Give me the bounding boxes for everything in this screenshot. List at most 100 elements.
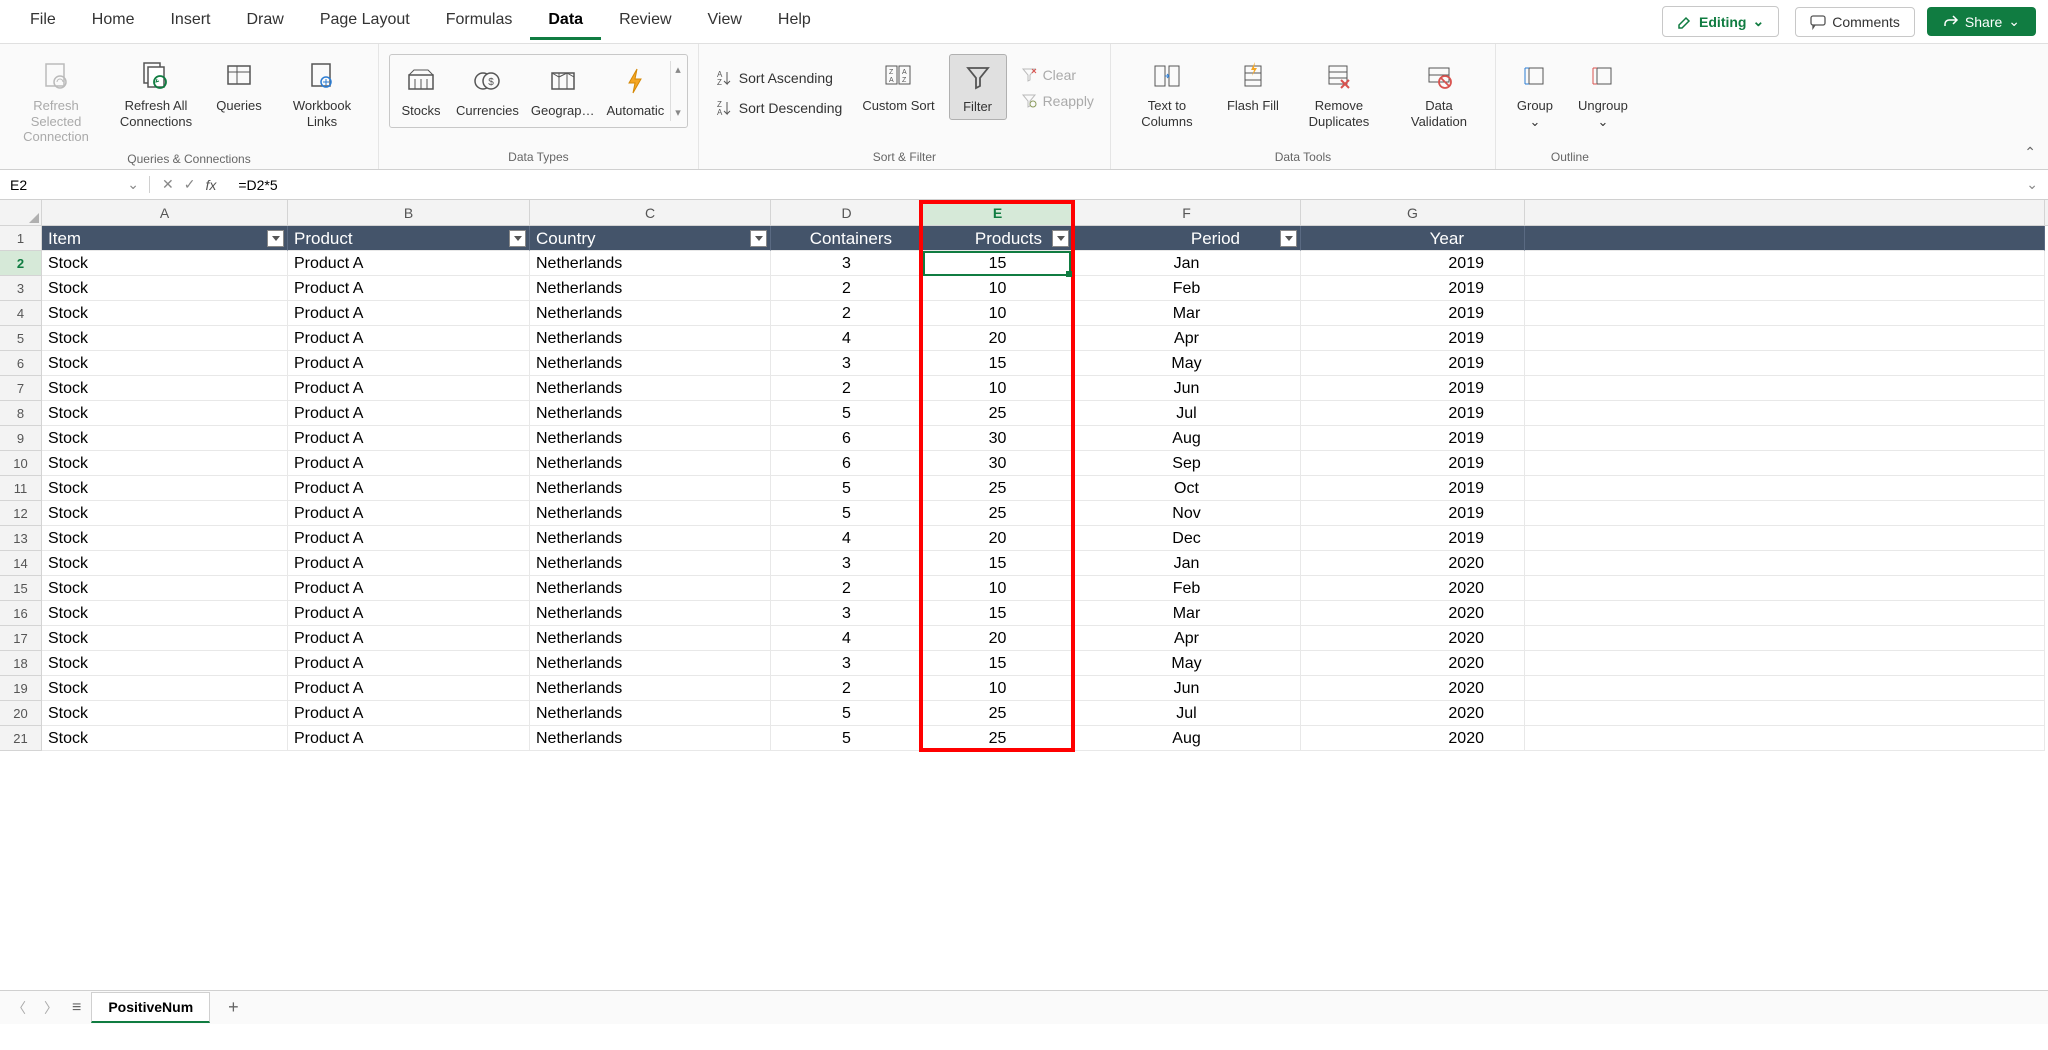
cell-C14[interactable]: Netherlands xyxy=(530,551,771,576)
cell-B5[interactable]: Product A xyxy=(288,326,530,351)
cell-B9[interactable]: Product A xyxy=(288,426,530,451)
cell-F4[interactable]: Mar xyxy=(1073,301,1301,326)
stocks-button[interactable]: Stocks xyxy=(392,59,450,123)
row-header-18[interactable]: 18 xyxy=(0,651,42,676)
cell-G8[interactable]: 2019 xyxy=(1301,401,1525,426)
cell-B3[interactable]: Product A xyxy=(288,276,530,301)
cell-C18[interactable]: Netherlands xyxy=(530,651,771,676)
cell-B2[interactable]: Product A xyxy=(288,251,530,276)
row-header-17[interactable]: 17 xyxy=(0,626,42,651)
expand-formula-bar-button[interactable]: ⌄ xyxy=(2016,176,2048,193)
menu-view[interactable]: View xyxy=(690,3,760,40)
column-header-A[interactable]: A xyxy=(42,200,288,225)
cell-D5[interactable]: 4 xyxy=(771,326,923,351)
cell-A11[interactable]: Stock xyxy=(42,476,288,501)
cell-B7[interactable]: Product A xyxy=(288,376,530,401)
column-header-G[interactable]: G xyxy=(1301,200,1525,225)
cell-A10[interactable]: Stock xyxy=(42,451,288,476)
share-button[interactable]: Share ⌄ xyxy=(1927,7,2036,36)
row-header-3[interactable]: 3 xyxy=(0,276,42,301)
cell-B21[interactable]: Product A xyxy=(288,726,530,751)
cell-E21[interactable]: 25 xyxy=(923,726,1073,751)
cell-F12[interactable]: Nov xyxy=(1073,501,1301,526)
cell-B8[interactable]: Product A xyxy=(288,401,530,426)
cell-G7[interactable]: 2019 xyxy=(1301,376,1525,401)
header-cell-A[interactable]: Item xyxy=(42,226,288,251)
cell-D3[interactable]: 2 xyxy=(771,276,923,301)
header-cell-G[interactable]: Year xyxy=(1301,226,1525,251)
column-header-D[interactable]: D xyxy=(771,200,923,225)
column-header-C[interactable]: C xyxy=(530,200,771,225)
filter-dropdown-F[interactable] xyxy=(1280,230,1297,247)
row-header-4[interactable]: 4 xyxy=(0,301,42,326)
cell-D13[interactable]: 4 xyxy=(771,526,923,551)
cell-A5[interactable]: Stock xyxy=(42,326,288,351)
cell-E6[interactable]: 15 xyxy=(923,351,1073,376)
cell-G5[interactable]: 2019 xyxy=(1301,326,1525,351)
cell-G13[interactable]: 2019 xyxy=(1301,526,1525,551)
cell-F10[interactable]: Sep xyxy=(1073,451,1301,476)
cell-C6[interactable]: Netherlands xyxy=(530,351,771,376)
cell-E15[interactable]: 10 xyxy=(923,576,1073,601)
menu-file[interactable]: File xyxy=(12,3,74,40)
row-header-5[interactable]: 5 xyxy=(0,326,42,351)
cell-A3[interactable]: Stock xyxy=(42,276,288,301)
cell-B13[interactable]: Product A xyxy=(288,526,530,551)
sheet-nav-prev[interactable]: 〈 xyxy=(8,998,30,1018)
cell-B11[interactable]: Product A xyxy=(288,476,530,501)
cell-B19[interactable]: Product A xyxy=(288,676,530,701)
row-header-1[interactable]: 1 xyxy=(0,226,42,251)
cell-C5[interactable]: Netherlands xyxy=(530,326,771,351)
cell-A17[interactable]: Stock xyxy=(42,626,288,651)
cell-D21[interactable]: 5 xyxy=(771,726,923,751)
add-sheet-button[interactable]: + xyxy=(220,997,247,1018)
cell-A12[interactable]: Stock xyxy=(42,501,288,526)
chevron-down-icon[interactable]: ▾ xyxy=(675,106,681,119)
cell-B20[interactable]: Product A xyxy=(288,701,530,726)
row-header-6[interactable]: 6 xyxy=(0,351,42,376)
sort-descending-button[interactable]: ZA Sort Descending xyxy=(709,96,849,120)
cell-C12[interactable]: Netherlands xyxy=(530,501,771,526)
group-button[interactable]: Group⌄ xyxy=(1506,54,1564,133)
sort-ascending-button[interactable]: AZ Sort Ascending xyxy=(709,66,849,90)
cell-C13[interactable]: Netherlands xyxy=(530,526,771,551)
cell-A2[interactable]: Stock xyxy=(42,251,288,276)
cell-B15[interactable]: Product A xyxy=(288,576,530,601)
fx-icon[interactable]: fx xyxy=(205,177,216,193)
cell-E4[interactable]: 10 xyxy=(923,301,1073,326)
cell-E9[interactable]: 30 xyxy=(923,426,1073,451)
cell-G2[interactable]: 2019 xyxy=(1301,251,1525,276)
menu-insert[interactable]: Insert xyxy=(152,3,228,40)
cell-D9[interactable]: 6 xyxy=(771,426,923,451)
cell-G21[interactable]: 2020 xyxy=(1301,726,1525,751)
cell-D18[interactable]: 3 xyxy=(771,651,923,676)
cell-G15[interactable]: 2020 xyxy=(1301,576,1525,601)
cell-A4[interactable]: Stock xyxy=(42,301,288,326)
cell-B4[interactable]: Product A xyxy=(288,301,530,326)
cell-A6[interactable]: Stock xyxy=(42,351,288,376)
currencies-button[interactable]: $ Currencies xyxy=(450,59,525,123)
cell-F17[interactable]: Apr xyxy=(1073,626,1301,651)
cell-A16[interactable]: Stock xyxy=(42,601,288,626)
column-header-F[interactable]: F xyxy=(1073,200,1301,225)
cell-D17[interactable]: 4 xyxy=(771,626,923,651)
cell-A13[interactable]: Stock xyxy=(42,526,288,551)
cell-D19[interactable]: 2 xyxy=(771,676,923,701)
text-to-columns-button[interactable]: Text to Columns xyxy=(1121,54,1213,133)
cell-E12[interactable]: 25 xyxy=(923,501,1073,526)
cell-E10[interactable]: 30 xyxy=(923,451,1073,476)
cell-A15[interactable]: Stock xyxy=(42,576,288,601)
custom-sort-button[interactable]: ZAAZ Custom Sort xyxy=(856,54,940,118)
cell-C17[interactable]: Netherlands xyxy=(530,626,771,651)
cell-D7[interactable]: 2 xyxy=(771,376,923,401)
sheet-tab-active[interactable]: PositiveNum xyxy=(91,992,210,1023)
accept-formula-icon[interactable]: ✓ xyxy=(184,176,196,193)
menu-data[interactable]: Data xyxy=(530,3,601,40)
menu-help[interactable]: Help xyxy=(760,3,829,40)
data-validation-button[interactable]: Data Validation xyxy=(1393,54,1485,133)
cell-E3[interactable]: 10 xyxy=(923,276,1073,301)
cell-G17[interactable]: 2020 xyxy=(1301,626,1525,651)
cell-D14[interactable]: 3 xyxy=(771,551,923,576)
cell-F13[interactable]: Dec xyxy=(1073,526,1301,551)
cell-F6[interactable]: May xyxy=(1073,351,1301,376)
